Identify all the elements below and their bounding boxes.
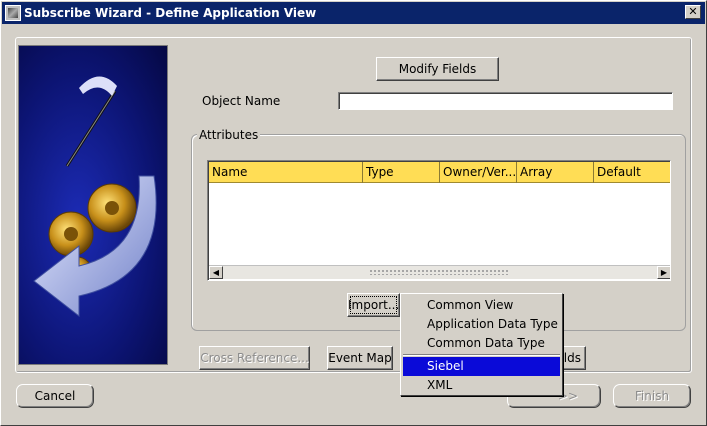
scrollbar-grip[interactable]: [369, 269, 509, 275]
menu-item-common-view[interactable]: Common View: [403, 296, 560, 315]
cross-reference-button[interactable]: Cross Reference...: [199, 346, 310, 370]
menu-item-siebel[interactable]: Siebel: [403, 357, 560, 376]
modify-fields-button[interactable]: Modify Fields: [376, 57, 499, 81]
object-name-input[interactable]: [338, 92, 673, 110]
menu-item-xml[interactable]: XML: [403, 376, 560, 395]
menu-item-common-data-type[interactable]: Common Data Type: [403, 334, 560, 353]
cancel-button[interactable]: Cancel: [16, 384, 94, 408]
column-header-array[interactable]: Array: [517, 162, 594, 183]
scroll-right-icon[interactable]: ▶: [657, 266, 670, 279]
menu-separator: [403, 354, 560, 356]
table-header: Name Type Owner/Ver... Array Default: [209, 162, 670, 183]
object-name-label: Object Name: [202, 94, 281, 108]
app-window-icon: [5, 5, 21, 21]
window-title: Subscribe Wizard - Define Application Vi…: [24, 6, 317, 20]
subscribe-wizard-window: Subscribe Wizard - Define Application Vi…: [0, 0, 707, 426]
horizontal-scrollbar[interactable]: ◀ ▶: [209, 265, 670, 279]
attributes-legend: Attributes: [197, 128, 261, 142]
column-header-default[interactable]: Default: [594, 162, 670, 183]
title-bar[interactable]: Subscribe Wizard - Define Application Vi…: [2, 2, 705, 24]
column-header-owner-ver[interactable]: Owner/Ver...: [440, 162, 517, 183]
event-map-button[interactable]: Event Map: [327, 346, 393, 370]
import-context-menu: Common View Application Data Type Common…: [400, 293, 563, 396]
import-button[interactable]: Import...: [347, 293, 400, 317]
attributes-table[interactable]: Name Type Owner/Ver... Array Default ◀ ▶: [207, 160, 671, 281]
column-header-type[interactable]: Type: [363, 162, 440, 183]
wizard-banner-gears-arrow-icon: [18, 45, 168, 365]
column-header-name[interactable]: Name: [209, 162, 363, 183]
close-icon[interactable]: ✕: [685, 5, 701, 19]
scroll-left-icon[interactable]: ◀: [209, 266, 223, 279]
menu-item-application-data-type[interactable]: Application Data Type: [403, 315, 560, 334]
finish-button[interactable]: Finish: [613, 384, 691, 408]
